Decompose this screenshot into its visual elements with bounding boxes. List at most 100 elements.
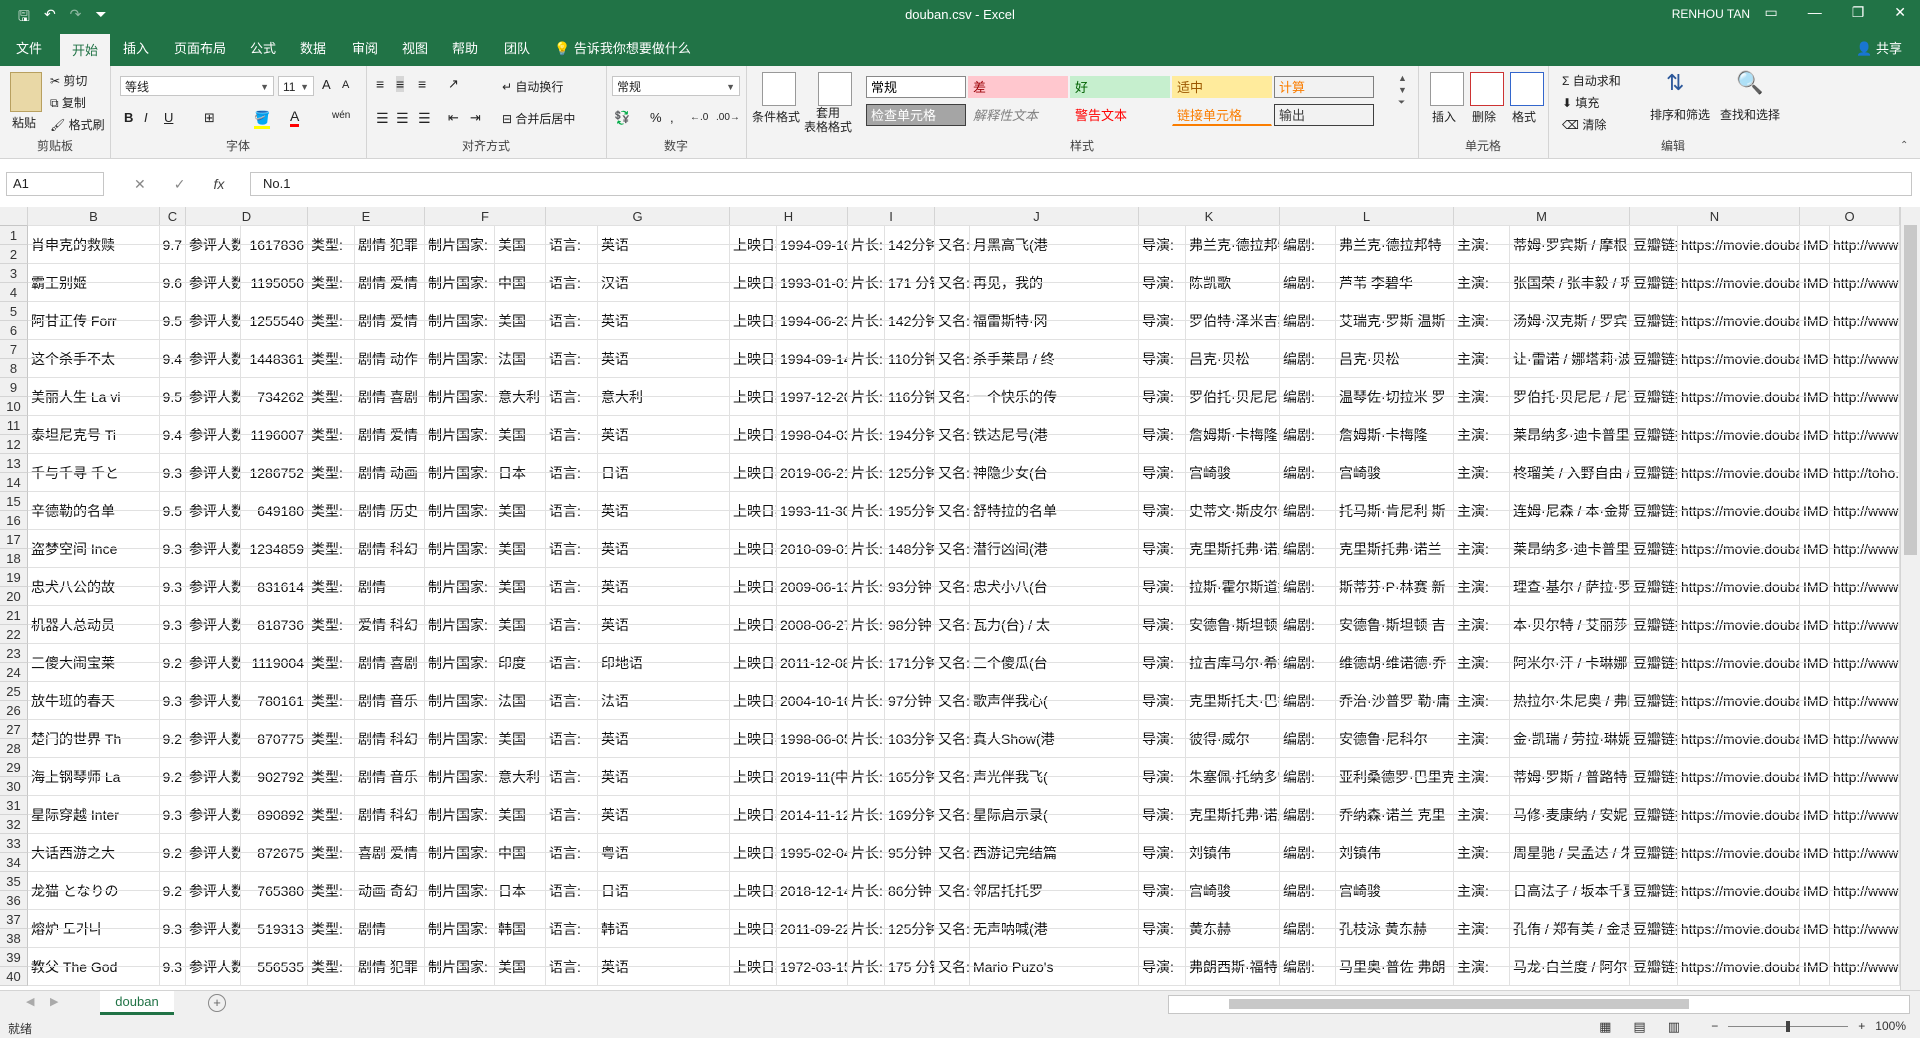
fill-button[interactable]: ⬇ 填充 bbox=[1562, 94, 1599, 111]
table-cell[interactable]: 英语 bbox=[598, 758, 730, 796]
table-cell[interactable]: 语言: bbox=[546, 454, 598, 492]
table-cell[interactable]: 编剧: bbox=[1280, 834, 1336, 872]
table-cell[interactable]: 剧情 动作 bbox=[355, 340, 425, 378]
table-cell[interactable]: 类型: bbox=[308, 682, 355, 720]
table-cell[interactable]: 参评人数: bbox=[186, 758, 241, 796]
table-cell[interactable]: IMDb链接: bbox=[1800, 378, 1830, 416]
row-header-19[interactable]: 19 bbox=[0, 568, 28, 587]
table-cell[interactable]: 主演: bbox=[1454, 834, 1510, 872]
table-cell[interactable]: 豆瓣链接: bbox=[1630, 834, 1678, 872]
table-cell[interactable]: 主演: bbox=[1454, 378, 1510, 416]
normal-view-icon[interactable]: ▦ bbox=[1599, 1019, 1611, 1035]
column-header-C[interactable]: C bbox=[160, 207, 186, 226]
table-cell[interactable]: 9.2 bbox=[160, 758, 186, 796]
table-cell[interactable]: 9.7 bbox=[160, 226, 186, 264]
table-cell[interactable]: 又名: bbox=[935, 340, 970, 378]
table-cell[interactable]: 171 分钟 bbox=[885, 264, 935, 302]
table-cell[interactable]: 语言: bbox=[546, 720, 598, 758]
row-header-14[interactable]: 14 bbox=[0, 473, 28, 492]
table-cell[interactable]: 星际穿越 Inter bbox=[28, 796, 160, 834]
table-cell[interactable]: 拉吉库马尔·希拉 bbox=[1186, 644, 1280, 682]
table-cell[interactable]: https://movie.douban bbox=[1678, 568, 1800, 606]
table-cell[interactable]: 制片国家: bbox=[425, 492, 495, 530]
table-cell[interactable]: 9.3 bbox=[160, 682, 186, 720]
sheet-tab-douban[interactable]: douban bbox=[100, 991, 174, 1015]
table-cell[interactable]: 1195050 bbox=[241, 264, 308, 302]
find-select-icon[interactable]: 🔍 bbox=[1736, 70, 1763, 96]
table-cell[interactable]: http://www.imdb.c bbox=[1830, 758, 1900, 796]
table-cell[interactable]: 导演: bbox=[1139, 378, 1186, 416]
table-cell[interactable]: 剧情 科幻 bbox=[355, 530, 425, 568]
cell-style-4[interactable]: 计算 bbox=[1274, 76, 1374, 98]
table-cell[interactable]: https://movie.douban bbox=[1678, 264, 1800, 302]
table-cell[interactable]: 上映日期: bbox=[730, 758, 777, 796]
table-cell[interactable]: IMDb链接: bbox=[1800, 454, 1830, 492]
table-cell[interactable]: IMDb链接: bbox=[1800, 492, 1830, 530]
comma-button[interactable]: , bbox=[670, 110, 674, 125]
cell-style-0[interactable]: 常规 bbox=[866, 76, 966, 98]
table-cell[interactable]: 制片国家: bbox=[425, 796, 495, 834]
table-cell[interactable]: 9.4 bbox=[160, 416, 186, 454]
table-cell[interactable]: 龙猫 となりの bbox=[28, 872, 160, 910]
table-cell[interactable]: 剧情 爱情 bbox=[355, 302, 425, 340]
row-header-2[interactable]: 2 bbox=[0, 245, 28, 264]
table-cell[interactable]: 又名: bbox=[935, 378, 970, 416]
table-cell[interactable]: 导演: bbox=[1139, 492, 1186, 530]
cell-style-8[interactable]: 链接单元格 bbox=[1172, 104, 1272, 126]
table-cell[interactable]: 片长: bbox=[848, 796, 885, 834]
table-cell[interactable]: 导演: bbox=[1139, 606, 1186, 644]
table-cell[interactable]: 1997-12-20 bbox=[777, 378, 848, 416]
table-cell[interactable]: 剧情 喜剧 bbox=[355, 378, 425, 416]
page-layout-view-icon[interactable]: ▤ bbox=[1633, 1019, 1645, 1035]
table-cell[interactable]: 又名: bbox=[935, 644, 970, 682]
table-cell[interactable]: 剧情 bbox=[355, 568, 425, 606]
table-cell[interactable]: 175 分钟 bbox=[885, 948, 935, 986]
table-cell[interactable]: 法国 bbox=[495, 682, 546, 720]
table-cell[interactable]: 星际启示录( bbox=[970, 796, 1139, 834]
table-cell[interactable]: 导演: bbox=[1139, 796, 1186, 834]
table-cell[interactable]: 剧情 爱情 bbox=[355, 416, 425, 454]
table-cell[interactable]: 罗伯特·泽米吉斯 bbox=[1186, 302, 1280, 340]
table-cell[interactable]: 片长: bbox=[848, 340, 885, 378]
cell-style-9[interactable]: 输出 bbox=[1274, 104, 1374, 126]
bold-button[interactable]: B bbox=[124, 110, 133, 125]
table-cell[interactable]: 剧情 音乐 bbox=[355, 758, 425, 796]
percent-button[interactable]: % bbox=[650, 110, 662, 125]
table-cell[interactable]: 类型: bbox=[308, 340, 355, 378]
table-cell[interactable]: 参评人数: bbox=[186, 796, 241, 834]
increase-indent-icon[interactable]: ⇥ bbox=[470, 110, 481, 126]
table-cell[interactable]: 主演: bbox=[1454, 416, 1510, 454]
table-cell[interactable]: 动画 奇幻 bbox=[355, 872, 425, 910]
tab-insert[interactable]: 插入 bbox=[123, 38, 149, 57]
underline-button[interactable]: U bbox=[164, 110, 173, 125]
column-header-K[interactable]: K bbox=[1139, 207, 1280, 226]
table-cell[interactable]: 类型: bbox=[308, 454, 355, 492]
table-cell[interactable]: 导演: bbox=[1139, 682, 1186, 720]
table-cell[interactable]: 上映日期: bbox=[730, 872, 777, 910]
table-cell[interactable]: 导演: bbox=[1139, 910, 1186, 948]
table-cell[interactable]: 楚门的世界 Th bbox=[28, 720, 160, 758]
table-cell[interactable]: 莱昂纳多·迪卡普里奥 / bbox=[1510, 530, 1630, 568]
table-cell[interactable]: 9.5 bbox=[160, 302, 186, 340]
table-cell[interactable]: 片长: bbox=[848, 302, 885, 340]
table-cell[interactable]: 编剧: bbox=[1280, 340, 1336, 378]
table-cell[interactable]: 金·凯瑞 / 劳拉·琳妮 / 艾 bbox=[1510, 720, 1630, 758]
row-header-35[interactable]: 35 bbox=[0, 872, 28, 891]
table-cell[interactable]: 又名: bbox=[935, 682, 970, 720]
table-cell[interactable]: 中国 bbox=[495, 264, 546, 302]
table-cell[interactable]: 编剧: bbox=[1280, 872, 1336, 910]
table-cell[interactable]: 月黑高飞(港 bbox=[970, 226, 1139, 264]
table-cell[interactable]: 豆瓣链接: bbox=[1630, 872, 1678, 910]
table-cell[interactable]: 日本 bbox=[495, 872, 546, 910]
table-cell[interactable]: 参评人数: bbox=[186, 416, 241, 454]
table-cell[interactable]: 片长: bbox=[848, 568, 885, 606]
table-cell[interactable]: 上映日期: bbox=[730, 720, 777, 758]
row-header-22[interactable]: 22 bbox=[0, 625, 28, 644]
table-cell[interactable]: 902792 bbox=[241, 758, 308, 796]
row-header-17[interactable]: 17 bbox=[0, 530, 28, 549]
table-cell[interactable]: https://movie.douban bbox=[1678, 378, 1800, 416]
table-cell[interactable]: 主演: bbox=[1454, 340, 1510, 378]
table-cell[interactable]: 蒂姆·罗斯 / 普路特·泰勒 bbox=[1510, 758, 1630, 796]
table-cell[interactable]: 又名: bbox=[935, 416, 970, 454]
table-cell[interactable]: IMDb链接: bbox=[1800, 302, 1830, 340]
